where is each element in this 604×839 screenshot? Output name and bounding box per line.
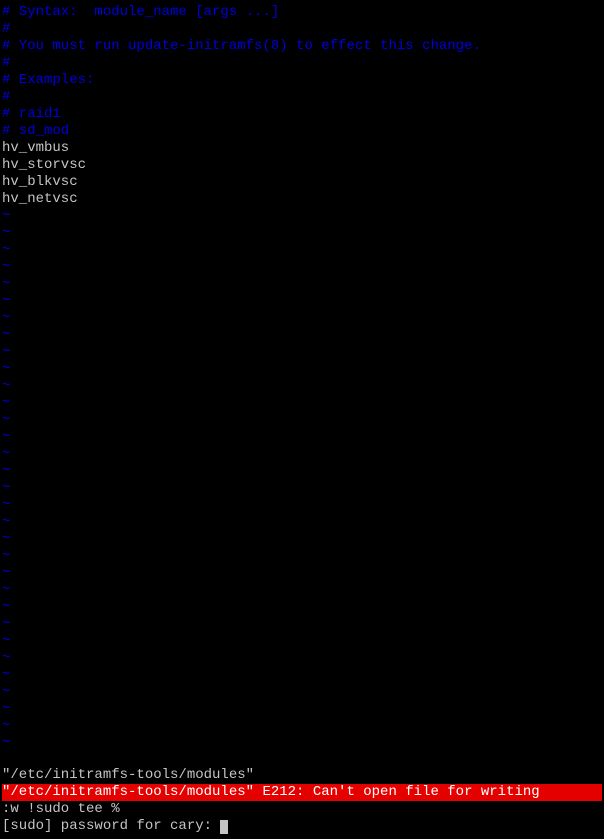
empty-line-tilde: ~ xyxy=(2,361,602,378)
empty-line-tilde: ~ xyxy=(2,633,602,650)
comment-line: # sd_mod xyxy=(2,123,602,140)
comment-line: # You must run update-initramfs(8) to ef… xyxy=(2,38,602,55)
module-line: hv_vmbus xyxy=(2,140,602,157)
vim-command: :w !sudo tee % xyxy=(2,801,602,818)
file-content-area[interactable]: # Syntax: module_name [args ...] # # You… xyxy=(2,4,602,752)
empty-line-tilde: ~ xyxy=(2,412,602,429)
empty-line-tilde: ~ xyxy=(2,276,602,293)
terminal-editor[interactable]: # Syntax: module_name [args ...] # # You… xyxy=(0,0,604,839)
empty-line-tilde: ~ xyxy=(2,429,602,446)
comment-line: # xyxy=(2,21,602,38)
empty-line-tilde: ~ xyxy=(2,616,602,633)
error-message: "/etc/initramfs-tools/modules" E212: Can… xyxy=(2,784,602,801)
empty-line-tilde: ~ xyxy=(2,327,602,344)
empty-line-tilde: ~ xyxy=(2,497,602,514)
module-line: hv_storvsc xyxy=(2,157,602,174)
empty-line-tilde: ~ xyxy=(2,548,602,565)
comment-line: # Examples: xyxy=(2,72,602,89)
module-line: hv_blkvsc xyxy=(2,174,602,191)
empty-line-tilde: ~ xyxy=(2,208,602,225)
empty-line-tilde: ~ xyxy=(2,718,602,735)
comment-line: # xyxy=(2,89,602,106)
empty-lines-area: ~~~~~~~~~~~~~~~~~~~~~~~~~~~~~~~~ xyxy=(2,208,602,752)
empty-line-tilde: ~ xyxy=(2,565,602,582)
empty-line-tilde: ~ xyxy=(2,701,602,718)
empty-line-tilde: ~ xyxy=(2,667,602,684)
empty-line-tilde: ~ xyxy=(2,225,602,242)
status-area: "/etc/initramfs-tools/modules" "/etc/ini… xyxy=(2,767,602,835)
empty-line-tilde: ~ xyxy=(2,310,602,327)
empty-line-tilde: ~ xyxy=(2,446,602,463)
password-prompt-text: [sudo] password for cary: xyxy=(2,818,220,834)
empty-line-tilde: ~ xyxy=(2,480,602,497)
comment-line: # raid1 xyxy=(2,106,602,123)
comment-line: # Syntax: module_name [args ...] xyxy=(2,4,602,21)
empty-line-tilde: ~ xyxy=(2,514,602,531)
empty-line-tilde: ~ xyxy=(2,735,602,752)
module-line: hv_netvsc xyxy=(2,191,602,208)
empty-line-tilde: ~ xyxy=(2,259,602,276)
cursor xyxy=(220,820,228,834)
empty-line-tilde: ~ xyxy=(2,395,602,412)
comment-line: # xyxy=(2,55,602,72)
empty-line-tilde: ~ xyxy=(2,463,602,480)
empty-line-tilde: ~ xyxy=(2,684,602,701)
empty-line-tilde: ~ xyxy=(2,531,602,548)
empty-line-tilde: ~ xyxy=(2,599,602,616)
empty-line-tilde: ~ xyxy=(2,582,602,599)
empty-line-tilde: ~ xyxy=(2,293,602,310)
empty-line-tilde: ~ xyxy=(2,650,602,667)
password-prompt-line[interactable]: [sudo] password for cary: xyxy=(2,818,602,835)
empty-line-tilde: ~ xyxy=(2,378,602,395)
status-filename: "/etc/initramfs-tools/modules" xyxy=(2,767,602,784)
empty-line-tilde: ~ xyxy=(2,242,602,259)
empty-line-tilde: ~ xyxy=(2,344,602,361)
